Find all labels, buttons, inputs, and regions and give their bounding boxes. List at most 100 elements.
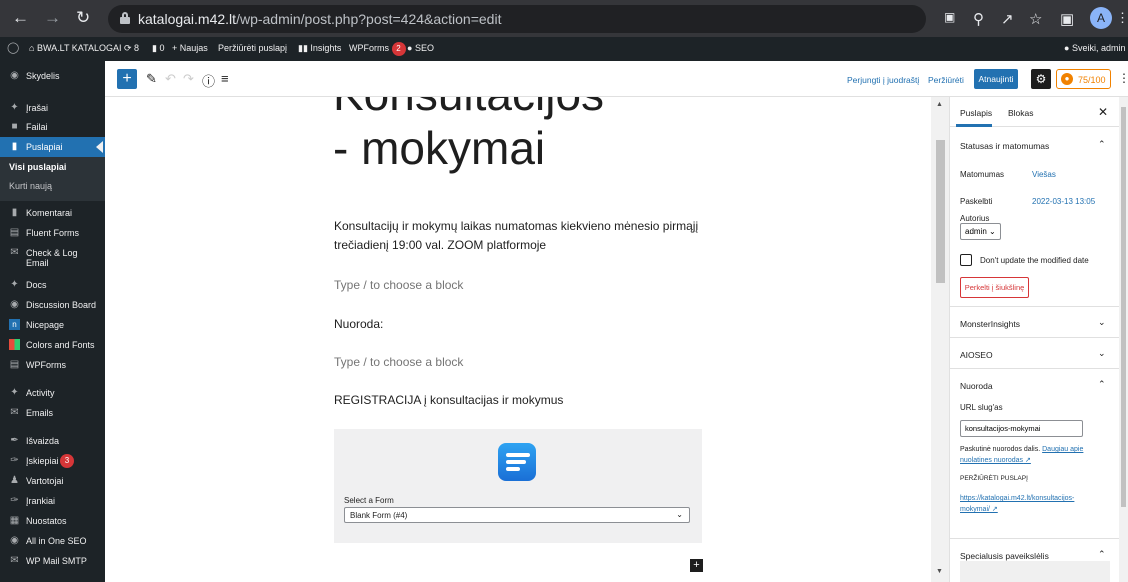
sidebar-item-colors-fonts[interactable]: Colors and Fonts: [0, 336, 105, 354]
site-name-link[interactable]: ⌂ BWA.LT KATALOGAI: [29, 43, 121, 53]
zoom-icon[interactable]: ⚲: [973, 10, 984, 28]
sidebar-item-activity[interactable]: ✦ Activity: [0, 384, 105, 402]
sidebar-item-comments[interactable]: ▮ Komentarai: [0, 204, 105, 222]
submenu-add-new[interactable]: Kurti naują: [9, 181, 52, 191]
sidebar-item-fluent-forms[interactable]: ▤ Fluent Forms: [0, 224, 105, 242]
author-select[interactable]: admin ⌄: [960, 223, 1001, 240]
brush-icon: ✒: [10, 435, 19, 446]
canvas-scroll-thumb[interactable]: [936, 140, 945, 283]
status-section-title[interactable]: Statusas ir matomumas: [960, 141, 1049, 151]
sidebar-item-nicepage[interactable]: n Nicepage: [0, 316, 105, 334]
sidebar-item-discussion-board[interactable]: ◉ Discussion Board: [0, 296, 105, 314]
sidebar-item-media[interactable]: ■ Failai: [0, 118, 105, 136]
scroll-down-icon[interactable]: ▼: [936, 568, 943, 575]
redo-icon[interactable]: ↷: [183, 71, 194, 87]
chevron-up-icon[interactable]: ⌃: [1098, 379, 1106, 390]
sidebar-item-aioseo[interactable]: ◉ All in One SEO: [0, 532, 105, 550]
page-title-line1[interactable]: Konsultacijos: [333, 97, 604, 121]
wpforms-link[interactable]: WPForms 2: [349, 42, 406, 56]
move-to-trash-button[interactable]: Perkelti į šiukšlinę: [960, 277, 1029, 298]
forms-icon: ▤: [9, 227, 20, 238]
form-select[interactable]: Blank Form (#4) ⌄: [344, 507, 690, 523]
page-url-link-2[interactable]: mokymai/ ↗: [960, 505, 998, 513]
update-button[interactable]: Atnaujinti: [974, 69, 1018, 89]
sidebar-item-dashboard[interactable]: ◉ Skydelis: [0, 67, 105, 85]
comments-link[interactable]: ▮ 0: [152, 43, 164, 54]
link-section-title[interactable]: Nuoroda: [960, 381, 993, 391]
sidebar-item-users[interactable]: ♟ Vartotojai: [0, 472, 105, 490]
forward-icon[interactable]: →: [44, 8, 61, 28]
submenu-all-pages[interactable]: Visi puslapiai: [9, 162, 66, 172]
featured-image-placeholder[interactable]: [960, 561, 1110, 582]
page-scroll-thumb[interactable]: [1121, 107, 1126, 507]
sidebar-item-plugins[interactable]: ✑ Įskiepiai 3: [0, 452, 105, 470]
edit-pencil-icon[interactable]: ✎: [146, 71, 157, 87]
sidebar-item-pages[interactable]: ▮ Puslapiai: [0, 138, 105, 156]
tab-page[interactable]: Puslapis: [960, 108, 992, 118]
visibility-value-link[interactable]: Viešas: [1032, 170, 1056, 179]
sidebar-item-wpforms[interactable]: ▤ WPForms: [0, 356, 105, 374]
empty-block-placeholder[interactable]: Type / to choose a block: [334, 278, 463, 292]
sidebar-item-wp-mail-smtp[interactable]: ✉ WP Mail SMTP: [0, 552, 105, 570]
sidebar-item-appearance[interactable]: ✒ Išvaizda: [0, 432, 105, 450]
editor-canvas: Konsultacijos - mokymai Konsultacijų ir …: [105, 97, 931, 582]
scroll-up-icon[interactable]: ▲: [936, 101, 943, 108]
settings-gear-icon[interactable]: ⚙: [1031, 69, 1051, 89]
registracija-paragraph[interactable]: REGISTRACIJA į konsultacijas ir mokymus: [334, 393, 563, 407]
sidebar-item-emails[interactable]: ✉ Emails: [0, 404, 105, 422]
bookmark-star-icon[interactable]: ☆: [1029, 10, 1042, 28]
sidebar-item-docs[interactable]: ✦ Docs: [0, 276, 105, 294]
wordpress-logo-icon[interactable]: ◯: [7, 41, 19, 54]
permalinks-help-link[interactable]: Daugiau apie: [1042, 446, 1083, 453]
insights-link[interactable]: ▮▮ Insights: [298, 43, 341, 54]
aioseo-section[interactable]: AIOSEO ⌄: [950, 338, 1119, 369]
fluent-form-block[interactable]: Select a Form Blank Form (#4) ⌄: [334, 429, 702, 543]
sidebar-item-posts[interactable]: ✦ Įrašai: [0, 99, 105, 117]
canvas-scrollbar[interactable]: ▲ ▼: [931, 97, 949, 582]
monsterinsights-section[interactable]: MonsterInsights ⌄: [950, 307, 1119, 338]
chevron-up-icon[interactable]: ⌃: [1098, 549, 1106, 560]
aioseo-score-button[interactable]: ● 75/100: [1056, 69, 1111, 89]
fluent-forms-logo-icon: [498, 443, 536, 481]
aioseo-icon: ●: [1061, 73, 1073, 85]
share-icon[interactable]: ↗: [1001, 10, 1014, 28]
page-url-link[interactable]: https://katalogai.m42.lt/konsultacijos-: [960, 495, 1074, 502]
page-title-line2[interactable]: - mokymai: [333, 121, 545, 175]
paragraph-line2[interactable]: trečiadienį 19:00 val. ZOOM platformoje: [334, 238, 546, 252]
add-block-button[interactable]: +: [117, 69, 137, 89]
view-page-link[interactable]: Peržiūrėti puslapį: [218, 43, 287, 53]
nuoroda-paragraph[interactable]: Nuoroda:: [334, 317, 383, 331]
new-content-link[interactable]: + Naujas: [172, 43, 208, 53]
sidepanel-icon[interactable]: ▣: [1060, 10, 1074, 28]
url-slug-input[interactable]: konsultacijos-mokymai: [960, 420, 1083, 437]
back-icon[interactable]: ←: [12, 8, 29, 28]
translate-icon[interactable]: ▣: [944, 10, 955, 24]
undo-icon[interactable]: ↶: [165, 71, 176, 87]
address-bar[interactable]: katalogai.m42.lt/wp-admin/post.php?post=…: [108, 5, 926, 33]
inline-add-block-button[interactable]: +: [690, 559, 703, 572]
profile-avatar[interactable]: A: [1090, 7, 1112, 29]
dont-update-checkbox[interactable]: [960, 254, 972, 266]
switch-to-draft-button[interactable]: Perjungti į juodraštį: [847, 75, 919, 85]
more-options-icon[interactable]: ⋮: [1118, 71, 1128, 85]
menu-icon[interactable]: ⋮: [1116, 10, 1128, 26]
reload-icon[interactable]: ↻: [76, 8, 90, 28]
updates-link[interactable]: ⟳ 8: [124, 43, 139, 54]
tab-block[interactable]: Blokas: [1008, 108, 1034, 118]
empty-block-placeholder-2[interactable]: Type / to choose a block: [334, 355, 463, 369]
paragraph-line1[interactable]: Konsultacijų ir mokymų laikas numatomas …: [334, 219, 698, 233]
permalinks-help-link-2[interactable]: nuolatines nuorodas ↗: [960, 456, 1031, 464]
sidebar-item-tools[interactable]: ✑ Įrankiai: [0, 492, 105, 510]
preview-button[interactable]: Peržiūrėti: [928, 75, 964, 85]
published-date-link[interactable]: 2022-03-13 13:05: [1032, 197, 1095, 206]
account-greeting[interactable]: ● Sveiki, admin: [1064, 43, 1125, 53]
list-view-icon[interactable]: ≡: [221, 71, 229, 86]
close-icon[interactable]: ✕: [1098, 105, 1108, 119]
featured-image-title[interactable]: Specialusis paveikslėlis: [960, 551, 1049, 561]
chevron-up-icon[interactable]: ⌃: [1098, 139, 1106, 150]
seo-link[interactable]: ● SEO: [407, 43, 434, 53]
sidebar-item-settings[interactable]: ▦ Nuostatos: [0, 512, 105, 530]
info-icon[interactable]: ⓘ: [202, 71, 215, 90]
page-scrollbar[interactable]: [1119, 97, 1128, 582]
sidebar-item-check-log-email[interactable]: ✉ Check & Log Email: [0, 244, 105, 270]
